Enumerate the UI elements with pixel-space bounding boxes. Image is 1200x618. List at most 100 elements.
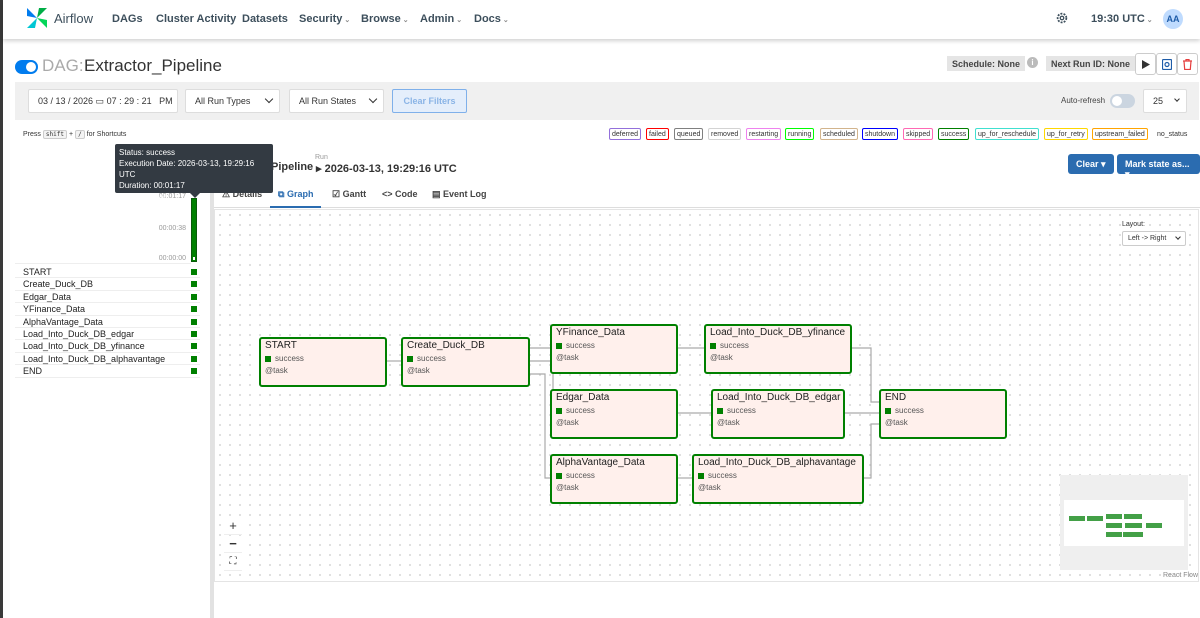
nav-dags[interactable]: DAGs — [112, 13, 143, 25]
legend-upstream-failed[interactable]: upstream_failed — [1092, 128, 1148, 140]
legend-shutdown[interactable]: shutdown — [862, 128, 898, 140]
task-instance-status[interactable] — [191, 293, 197, 300]
minimap-node — [1087, 516, 1103, 521]
task-instance-status[interactable] — [191, 355, 197, 362]
legend-removed[interactable]: removed — [708, 128, 742, 140]
trigger-dag-button[interactable] — [1135, 53, 1156, 75]
task-instance-status[interactable] — [191, 368, 197, 375]
node-title: END — [885, 392, 907, 403]
graph-node-create-duck-db[interactable]: Create_Duck_DB success @task — [401, 337, 530, 387]
minus-icon: − — [229, 536, 237, 551]
graph-minimap[interactable] — [1060, 475, 1188, 570]
task-row-start[interactable]: START — [15, 266, 200, 279]
graph-node-alphavantage-data[interactable]: AlphaVantage_Data success @task — [550, 454, 678, 504]
clock-utc[interactable]: 19:30 UTC ⌄ — [1091, 13, 1153, 25]
tab-event-log[interactable]: ▤ Event Log — [432, 189, 487, 200]
airflow-logo-icon[interactable] — [25, 6, 49, 33]
nav-docs[interactable]: Docs ⌄ — [474, 13, 509, 25]
task-instance-status[interactable] — [191, 281, 197, 288]
info-icon[interactable]: i — [1027, 57, 1038, 68]
nav-admin[interactable]: Admin ⌄ — [420, 13, 462, 25]
parse-dag-button[interactable] — [1156, 53, 1177, 75]
task-instance-status[interactable] — [191, 343, 197, 350]
auto-refresh-toggle[interactable] — [1110, 94, 1135, 108]
zoom-out-button[interactable]: − — [224, 536, 242, 553]
graph-node-yfinance-data[interactable]: YFinance_Data success @task — [550, 324, 678, 374]
legend-no-status[interactable]: no_status — [1154, 128, 1190, 140]
chevron-down-icon: ▾ — [1101, 159, 1106, 169]
react-flow-attribution[interactable]: React Flow — [1163, 572, 1198, 579]
chevron-down-icon: ⌄ — [344, 17, 351, 24]
graph-node-end[interactable]: END success @task — [879, 389, 1007, 439]
legend-scheduled[interactable]: scheduled — [820, 128, 858, 140]
nav-browse[interactable]: Browse ⌄ — [361, 13, 409, 25]
task-instance-status[interactable] — [191, 306, 197, 313]
node-operator: @task — [556, 353, 579, 362]
legend-deferred[interactable]: deferred — [609, 128, 642, 140]
graph-edges — [387, 347, 879, 479]
page-size-select[interactable]: 25 — [1143, 89, 1187, 113]
legend-failed[interactable]: failed — [646, 128, 669, 140]
graph-node-load-yfinance[interactable]: Load_Into_Duck_DB_yfinance success @task — [704, 324, 852, 374]
legend-up-for-reschedule[interactable]: up_for_reschedule — [975, 128, 1039, 140]
execution-date-input[interactable]: 03 / 13 / 2026 ▭ 07 : 29 : 21 PM — [28, 89, 178, 113]
legend-skipped[interactable]: skipped — [903, 128, 934, 140]
nav-datasets[interactable]: Datasets — [242, 13, 288, 25]
task-row-alphavantage-data[interactable]: AlphaVantage_Data — [15, 316, 200, 328]
task-row-edgar-data[interactable]: Edgar_Data — [15, 291, 200, 304]
legend-restarting[interactable]: restarting — [746, 128, 782, 140]
graph-node-load-alphavantage[interactable]: Load_Into_Duck_DB_alphavantage success @… — [692, 454, 864, 504]
clear-button[interactable]: Clear ▾ — [1068, 154, 1114, 174]
node-status: success — [717, 406, 839, 415]
graph-canvas[interactable]: Layout: Left -> Right START success @tas… — [214, 209, 1199, 582]
task-row-end[interactable]: END — [15, 365, 200, 378]
log-icon: ▤ — [432, 189, 441, 199]
avatar[interactable]: AA — [1163, 9, 1183, 29]
plus-icon: + — [229, 518, 237, 533]
minimap-viewport[interactable] — [1064, 500, 1184, 546]
nav-cluster-activity[interactable]: Cluster Activity — [156, 13, 236, 25]
tooltip-type: Type: manual — [119, 192, 168, 201]
node-operator: @task — [407, 366, 430, 375]
node-operator: @task — [710, 353, 733, 362]
legend-success[interactable]: success — [938, 128, 970, 140]
task-row-load-alphavantage[interactable]: Load_Into_Duck_DB_alphavantage — [15, 353, 200, 366]
dag-pause-toggle[interactable] — [15, 60, 38, 74]
gear-icon[interactable] — [1055, 11, 1069, 28]
graph-node-start[interactable]: START success @task — [259, 337, 387, 387]
task-row-load-yfinance[interactable]: Load_Into_Duck_DB_yfinance — [15, 340, 200, 353]
node-operator: @task — [698, 483, 721, 492]
task-row-yfinance-data[interactable]: YFinance_Data — [15, 303, 200, 316]
graph-node-load-edgar[interactable]: Load_Into_Duck_DB_edgar success @task — [711, 389, 845, 439]
task-row-load-edgar[interactable]: Load_Into_Duck_DB_edgar — [15, 328, 200, 341]
zoom-in-button[interactable]: + — [224, 518, 242, 535]
duration-tick: 00:00:38 — [158, 225, 186, 232]
tooltip-duration: Duration: 00:01:17 — [119, 181, 185, 190]
mark-state-button[interactable]: Mark state as... ▾ — [1117, 154, 1200, 179]
task-instance-status[interactable] — [191, 330, 197, 337]
window-edge — [0, 0, 3, 618]
nav-security[interactable]: Security ⌄ — [299, 13, 350, 25]
task-instance-status[interactable] — [191, 318, 197, 325]
tab-gantt[interactable]: ☑ Gantt — [332, 189, 366, 200]
task-list: START Create_Duck_DB Edgar_Data YFinance… — [15, 266, 200, 378]
clear-filters-button[interactable]: Clear Filters — [392, 89, 467, 113]
legend-queued[interactable]: queued — [674, 128, 704, 140]
run-type-select[interactable]: All Run Types — [185, 89, 280, 113]
tab-code[interactable]: <> Code — [382, 189, 418, 199]
tab-graph[interactable]: ⧉ Graph — [270, 189, 322, 208]
task-instance-status[interactable] — [191, 269, 197, 275]
legend-running[interactable]: running — [785, 128, 815, 140]
dag-run-duration-bar[interactable] — [191, 198, 197, 262]
calendar-icon[interactable]: ▭ — [93, 96, 107, 106]
graph-node-edgar-data[interactable]: Edgar_Data success @task — [550, 389, 678, 439]
breadcrumb-run[interactable]: ▸ 2026-03-13, 19:29:16 UTC — [316, 162, 457, 175]
node-title: Create_Duck_DB — [407, 340, 485, 351]
fit-view-button[interactable]: ⛶ — [224, 554, 242, 571]
breadcrumb-dag[interactable]: Pipeline — [271, 161, 313, 173]
run-state-select[interactable]: All Run States — [289, 89, 384, 113]
delete-dag-button[interactable] — [1177, 53, 1198, 75]
brand-name[interactable]: Airflow — [54, 11, 93, 26]
task-row-create-duck-db[interactable]: Create_Duck_DB — [15, 278, 200, 291]
legend-up-for-retry[interactable]: up_for_retry — [1044, 128, 1088, 140]
